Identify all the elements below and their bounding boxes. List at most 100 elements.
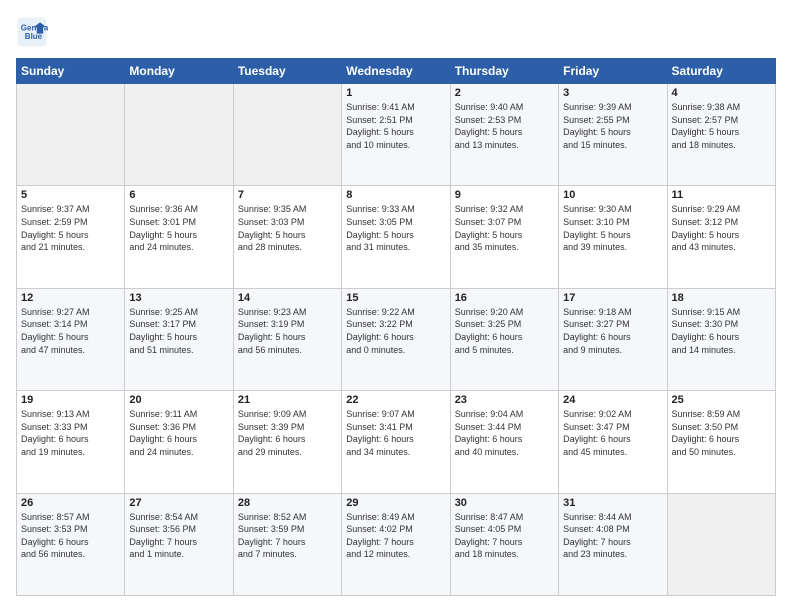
calendar-cell: 18 Sunrise: 9:15 AM Sunset: 3:30 PM Dayli…: [667, 288, 775, 390]
calendar-cell: 8Sunrise: 9:33 AM Sunset: 3:05 PM Daylig…: [342, 186, 450, 288]
day-number: 13: [129, 292, 228, 304]
day-number: 29: [346, 497, 445, 509]
day-number: 20: [129, 394, 228, 406]
calendar-week-row: 19 Sunrise: 9:13 AM Sunset: 3:33 PM Dayli…: [17, 391, 776, 493]
day-number: 17: [563, 292, 662, 304]
calendar-cell: 13Sunrise: 9:25 AM Sunset: 3:17 PM Dayli…: [125, 288, 233, 390]
day-info: Sunrise: 9:15 AM Sunset: 3:30 PM Dayligh…: [672, 306, 771, 356]
logo: General Blue: [16, 16, 52, 48]
day-number: 31: [563, 497, 662, 509]
day-info: Sunrise: 8:57 AM Sunset: 3:53 PM Dayligh…: [21, 511, 120, 561]
calendar-cell: 11Sunrise: 9:29 AM Sunset: 3:12 PM Dayli…: [667, 186, 775, 288]
calendar-cell: [17, 84, 125, 186]
day-number: 30: [455, 497, 554, 509]
day-number: 14: [238, 292, 337, 304]
calendar-cell: 19 Sunrise: 9:13 AM Sunset: 3:33 PM Dayli…: [17, 391, 125, 493]
day-number: 28: [238, 497, 337, 509]
day-number: 3: [563, 87, 662, 99]
calendar-table: SundayMondayTuesdayWednesdayThursdayFrid…: [16, 58, 776, 596]
day-number: 1: [346, 87, 445, 99]
day-number: 27: [129, 497, 228, 509]
day-info: Sunrise: 9:27 AM Sunset: 3:14 PM Dayligh…: [21, 306, 120, 356]
day-number: 2: [455, 87, 554, 99]
day-info: Sunrise: 8:52 AM Sunset: 3:59 PM Dayligh…: [238, 511, 337, 561]
calendar-cell: 15 Sunrise: 9:22 AM Sunset: 3:22 PM Dayli…: [342, 288, 450, 390]
weekday-header-saturday: Saturday: [667, 59, 775, 84]
day-number: 21: [238, 394, 337, 406]
calendar-week-row: 12 Sunrise: 9:27 AM Sunset: 3:14 PM Dayli…: [17, 288, 776, 390]
day-number: 16: [455, 292, 554, 304]
page-header: General Blue: [16, 16, 776, 48]
day-number: 15: [346, 292, 445, 304]
day-info: Sunrise: 9:29 AM Sunset: 3:12 PM Dayligh…: [672, 203, 771, 253]
day-info: Sunrise: 9:39 AM Sunset: 2:55 PM Dayligh…: [563, 101, 662, 151]
calendar-cell: 14 Sunrise: 9:23 AM Sunset: 3:19 PM Dayli…: [233, 288, 341, 390]
calendar-cell: 7 Sunrise: 9:35 AM Sunset: 3:03 PM Daylig…: [233, 186, 341, 288]
day-number: 18: [672, 292, 771, 304]
calendar-cell: 10 Sunrise: 9:30 AM Sunset: 3:10 PM Dayli…: [559, 186, 667, 288]
logo-icon: General Blue: [16, 16, 48, 48]
day-info: Sunrise: 8:47 AM Sunset: 4:05 PM Dayligh…: [455, 511, 554, 561]
day-info: Sunrise: 8:44 AM Sunset: 4:08 PM Dayligh…: [563, 511, 662, 561]
calendar-week-row: 5 Sunrise: 9:37 AM Sunset: 2:59 PM Daylig…: [17, 186, 776, 288]
weekday-header-row: SundayMondayTuesdayWednesdayThursdayFrid…: [17, 59, 776, 84]
day-number: 7: [238, 189, 337, 201]
calendar-cell: 1Sunrise: 9:41 AM Sunset: 2:51 PM Daylig…: [342, 84, 450, 186]
day-info: Sunrise: 9:32 AM Sunset: 3:07 PM Dayligh…: [455, 203, 554, 253]
calendar-cell: [125, 84, 233, 186]
weekday-header-sunday: Sunday: [17, 59, 125, 84]
day-info: Sunrise: 8:49 AM Sunset: 4:02 PM Dayligh…: [346, 511, 445, 561]
calendar-cell: 2 Sunrise: 9:40 AM Sunset: 2:53 PM Daylig…: [450, 84, 558, 186]
day-info: Sunrise: 9:36 AM Sunset: 3:01 PM Dayligh…: [129, 203, 228, 253]
day-number: 22: [346, 394, 445, 406]
day-number: 25: [672, 394, 771, 406]
day-info: Sunrise: 9:23 AM Sunset: 3:19 PM Dayligh…: [238, 306, 337, 356]
weekday-header-thursday: Thursday: [450, 59, 558, 84]
calendar-cell: 25 Sunrise: 8:59 AM Sunset: 3:50 PM Dayli…: [667, 391, 775, 493]
day-info: Sunrise: 9:04 AM Sunset: 3:44 PM Dayligh…: [455, 408, 554, 458]
day-info: Sunrise: 8:54 AM Sunset: 3:56 PM Dayligh…: [129, 511, 228, 561]
day-number: 19: [21, 394, 120, 406]
calendar-cell: 24Sunrise: 9:02 AM Sunset: 3:47 PM Dayli…: [559, 391, 667, 493]
calendar-cell: 30 Sunrise: 8:47 AM Sunset: 4:05 PM Dayli…: [450, 493, 558, 595]
day-number: 10: [563, 189, 662, 201]
calendar-cell: 22Sunrise: 9:07 AM Sunset: 3:41 PM Dayli…: [342, 391, 450, 493]
calendar-cell: 4 Sunrise: 9:38 AM Sunset: 2:57 PM Daylig…: [667, 84, 775, 186]
day-number: 9: [455, 189, 554, 201]
day-info: Sunrise: 9:33 AM Sunset: 3:05 PM Dayligh…: [346, 203, 445, 253]
day-info: Sunrise: 9:20 AM Sunset: 3:25 PM Dayligh…: [455, 306, 554, 356]
calendar-cell: 20 Sunrise: 9:11 AM Sunset: 3:36 PM Dayli…: [125, 391, 233, 493]
weekday-header-monday: Monday: [125, 59, 233, 84]
day-number: 24: [563, 394, 662, 406]
day-number: 12: [21, 292, 120, 304]
day-info: Sunrise: 9:13 AM Sunset: 3:33 PM Dayligh…: [21, 408, 120, 458]
calendar-cell: 9 Sunrise: 9:32 AM Sunset: 3:07 PM Daylig…: [450, 186, 558, 288]
calendar-cell: 21 Sunrise: 9:09 AM Sunset: 3:39 PM Dayli…: [233, 391, 341, 493]
day-info: Sunrise: 9:30 AM Sunset: 3:10 PM Dayligh…: [563, 203, 662, 253]
calendar-cell: 6 Sunrise: 9:36 AM Sunset: 3:01 PM Daylig…: [125, 186, 233, 288]
day-number: 5: [21, 189, 120, 201]
day-info: Sunrise: 9:38 AM Sunset: 2:57 PM Dayligh…: [672, 101, 771, 151]
calendar-cell: 16 Sunrise: 9:20 AM Sunset: 3:25 PM Dayli…: [450, 288, 558, 390]
calendar-cell: [667, 493, 775, 595]
calendar-cell: 3 Sunrise: 9:39 AM Sunset: 2:55 PM Daylig…: [559, 84, 667, 186]
day-info: Sunrise: 9:22 AM Sunset: 3:22 PM Dayligh…: [346, 306, 445, 356]
day-info: Sunrise: 9:37 AM Sunset: 2:59 PM Dayligh…: [21, 203, 120, 253]
calendar-cell: 31 Sunrise: 8:44 AM Sunset: 4:08 PM Dayli…: [559, 493, 667, 595]
svg-text:General: General: [21, 23, 48, 32]
day-info: Sunrise: 9:40 AM Sunset: 2:53 PM Dayligh…: [455, 101, 554, 151]
calendar-week-row: 1Sunrise: 9:41 AM Sunset: 2:51 PM Daylig…: [17, 84, 776, 186]
calendar-cell: [233, 84, 341, 186]
day-info: Sunrise: 9:35 AM Sunset: 3:03 PM Dayligh…: [238, 203, 337, 253]
day-info: Sunrise: 9:09 AM Sunset: 3:39 PM Dayligh…: [238, 408, 337, 458]
day-info: Sunrise: 8:59 AM Sunset: 3:50 PM Dayligh…: [672, 408, 771, 458]
weekday-header-friday: Friday: [559, 59, 667, 84]
calendar-cell: 26Sunrise: 8:57 AM Sunset: 3:53 PM Dayli…: [17, 493, 125, 595]
calendar-cell: 17Sunrise: 9:18 AM Sunset: 3:27 PM Dayli…: [559, 288, 667, 390]
day-number: 4: [672, 87, 771, 99]
day-info: Sunrise: 9:11 AM Sunset: 3:36 PM Dayligh…: [129, 408, 228, 458]
day-number: 6: [129, 189, 228, 201]
calendar-cell: 29 Sunrise: 8:49 AM Sunset: 4:02 PM Dayli…: [342, 493, 450, 595]
day-number: 23: [455, 394, 554, 406]
calendar-cell: 28 Sunrise: 8:52 AM Sunset: 3:59 PM Dayli…: [233, 493, 341, 595]
